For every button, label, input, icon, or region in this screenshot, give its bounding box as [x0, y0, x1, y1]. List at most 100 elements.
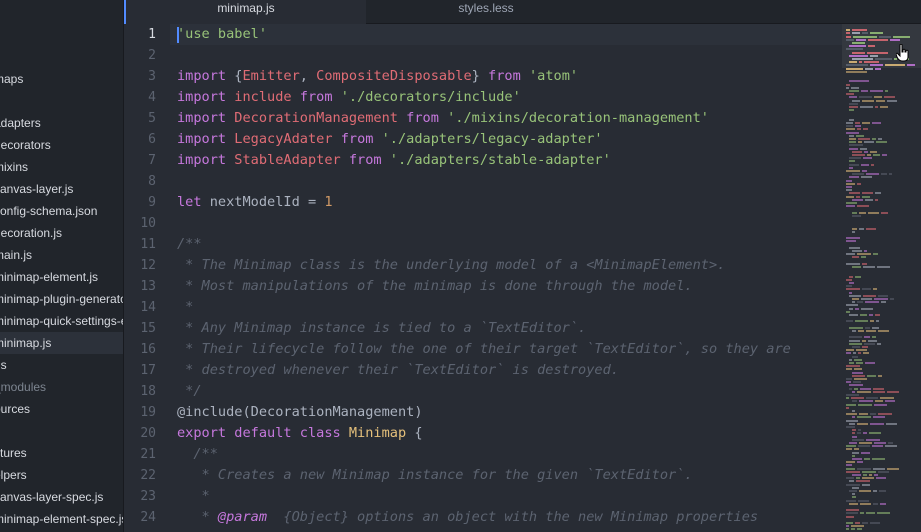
- minimap-token: [863, 432, 867, 435]
- line-number: 11: [140, 237, 156, 252]
- minimap-token: [852, 493, 855, 496]
- minimap-token: [852, 227, 857, 230]
- tab-styles-less[interactable]: styles.less: [366, 0, 606, 23]
- tree-item-label: minimap-element.js: [0, 270, 99, 284]
- minimap-token: [861, 256, 866, 259]
- minimap-token: [862, 192, 873, 195]
- minimap-token: [855, 122, 860, 124]
- minimap-token: [854, 387, 858, 390]
- minimap-token: [846, 253, 855, 256]
- minimap-token: [846, 170, 860, 172]
- minimap-token: [846, 512, 858, 515]
- minimap-token: [884, 96, 895, 99]
- minimap-token: [870, 32, 883, 35]
- minimap-token: [873, 387, 884, 390]
- minimap-token: [859, 490, 871, 492]
- code-token: export default class: [177, 425, 349, 441]
- minimap-token: [880, 106, 888, 108]
- minimap-token: [853, 381, 861, 384]
- tree-item-label: decoration.js: [0, 226, 63, 240]
- minimap-token: [846, 32, 850, 35]
- minimap-token: [849, 502, 858, 505]
- minimap-token: [846, 125, 853, 128]
- code-token: import: [177, 68, 235, 84]
- minimap-token: [846, 310, 850, 313]
- minimap-token: [846, 64, 868, 67]
- minimap-token: [852, 486, 859, 489]
- code-token: LegacyAdater: [234, 131, 341, 147]
- minimap-token: [846, 378, 852, 380]
- code-token: './adapters/stable-adapter': [389, 152, 611, 168]
- code-line: */: [177, 381, 201, 402]
- tree-item-label: ources: [0, 402, 31, 416]
- minimap-token: [846, 406, 849, 409]
- code-line: import include from './decorators/includ…: [177, 87, 521, 108]
- tree-item-label: decorators: [0, 138, 51, 152]
- minimap-token: [876, 99, 885, 102]
- minimap-token: [846, 483, 860, 486]
- minimap-token: [867, 51, 888, 54]
- tree-item[interactable]: minimap.js: [0, 332, 123, 354]
- minimap-token: [846, 320, 853, 323]
- minimap-token: [870, 413, 876, 416]
- code-token: from: [348, 152, 390, 168]
- minimap[interactable]: [842, 24, 921, 532]
- minimap-token: [864, 458, 870, 460]
- tree-item-label: xtures: [0, 446, 27, 460]
- minimap-token: [861, 163, 869, 166]
- minimap-token: [849, 106, 858, 108]
- minimap-token: [859, 96, 872, 99]
- minimap-token: [870, 320, 874, 323]
- tab-minimap-js[interactable]: minimap.js: [124, 0, 366, 24]
- code-token: @include(DecorationManagement): [177, 404, 423, 420]
- minimap-token: [862, 122, 870, 124]
- tree-item-label: main.js: [0, 248, 33, 262]
- minimap-token: [849, 422, 855, 425]
- minimap-token: [857, 301, 863, 304]
- minimap-token: [868, 38, 888, 41]
- tree-item-label: elpers: [0, 468, 27, 482]
- minimap-token: [863, 352, 869, 355]
- minimap-token: [859, 442, 872, 444]
- minimap-token: [857, 461, 863, 464]
- minimap-token: [846, 525, 849, 528]
- minimap-token: [852, 298, 859, 300]
- minimap-token: [849, 176, 859, 179]
- line-number: 20: [140, 426, 156, 441]
- line-number: 15: [140, 321, 156, 336]
- code-line: * destroyed whenever their `TextEditor` …: [177, 360, 619, 381]
- minimap-token: [868, 339, 877, 342]
- code-token: nextModelId =: [209, 194, 325, 210]
- line-number: 23: [140, 489, 156, 504]
- minimap-token: [866, 438, 880, 441]
- minimap-token: [862, 262, 867, 265]
- code-token: * The Minimap class is the underlying mo…: [177, 257, 726, 273]
- minimap-token: [870, 90, 883, 92]
- minimap-token: [852, 355, 858, 358]
- minimap-token: [852, 496, 856, 499]
- minimap-token: [855, 320, 868, 323]
- minimap-token: [846, 240, 856, 243]
- minimap-token: [846, 131, 859, 134]
- minimap-token: [865, 362, 875, 364]
- minimap-token: [846, 349, 854, 352]
- minimap-token: [849, 80, 869, 83]
- code-editor[interactable]: 'use babel' import {Emitter, CompositeDis…: [170, 24, 842, 532]
- minimap-token: [859, 61, 862, 64]
- minimap-token: [852, 99, 860, 102]
- minimap-token: [878, 413, 892, 416]
- minimap-token: [860, 502, 871, 505]
- minimap-token: [849, 282, 854, 284]
- minimap-token: [890, 38, 900, 41]
- minimap-token: [877, 342, 881, 345]
- minimap-token: [849, 192, 860, 195]
- minimap-token: [862, 32, 868, 35]
- minimap-token: [875, 314, 880, 316]
- minimap-token: [849, 342, 862, 345]
- minimap-token: [858, 141, 862, 144]
- minimap-token: [864, 61, 879, 64]
- minimap-token: [849, 336, 862, 339]
- minimap-token: [846, 86, 849, 89]
- minimap-token: [852, 390, 855, 393]
- code-token: from: [488, 68, 529, 84]
